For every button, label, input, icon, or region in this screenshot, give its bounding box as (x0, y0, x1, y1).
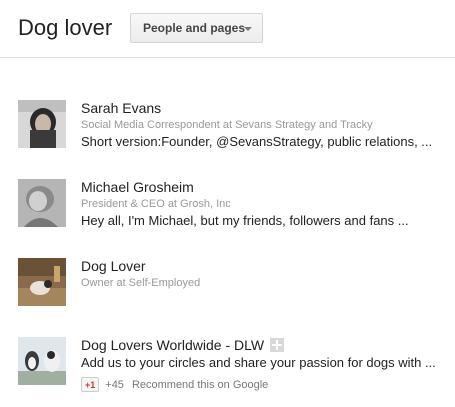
plus-one-row: +1 +45 Recommend this on Google (81, 377, 446, 392)
result-name[interactable]: Dog Lover (81, 258, 446, 274)
avatar[interactable] (18, 337, 66, 385)
result-name[interactable]: Michael Grosheim (81, 179, 446, 195)
chevron-down-icon (244, 27, 252, 31)
plus-one-count: +45 (105, 378, 124, 391)
result-name-text: Dog Lovers Worldwide - DLW (81, 337, 265, 353)
result-name[interactable]: Sarah Evans (81, 100, 446, 116)
result-subtitle: Owner at Self-Employed (81, 277, 201, 289)
page-title: Dog lover (18, 15, 113, 40)
filter-dropdown[interactable]: People and pages (130, 13, 263, 43)
page-icon (270, 338, 285, 352)
plus-one-button[interactable]: +1 (81, 377, 100, 392)
avatar[interactable] (18, 100, 66, 148)
result-subtitle: Social Media Correspondent at Sevans Str… (81, 119, 373, 131)
avatar[interactable] (18, 258, 66, 306)
result-snippet: Add us to your circles and share your pa… (81, 355, 436, 370)
search-header: Dog lover People and pages (0, 0, 455, 58)
result-name[interactable]: Dog Lovers Worldwide - DLW (81, 337, 446, 353)
avatar[interactable] (18, 179, 66, 227)
result-snippet: Short version:Founder, @SevansStrategy, … (81, 134, 433, 149)
result-snippet: Hey all, I'm Michael, but my friends, fo… (81, 213, 409, 228)
recommend-text: Recommend this on Google (131, 378, 269, 391)
filter-label: People and pages (143, 21, 246, 35)
result-subtitle: President & CEO at Grosh, Inc (81, 198, 231, 210)
